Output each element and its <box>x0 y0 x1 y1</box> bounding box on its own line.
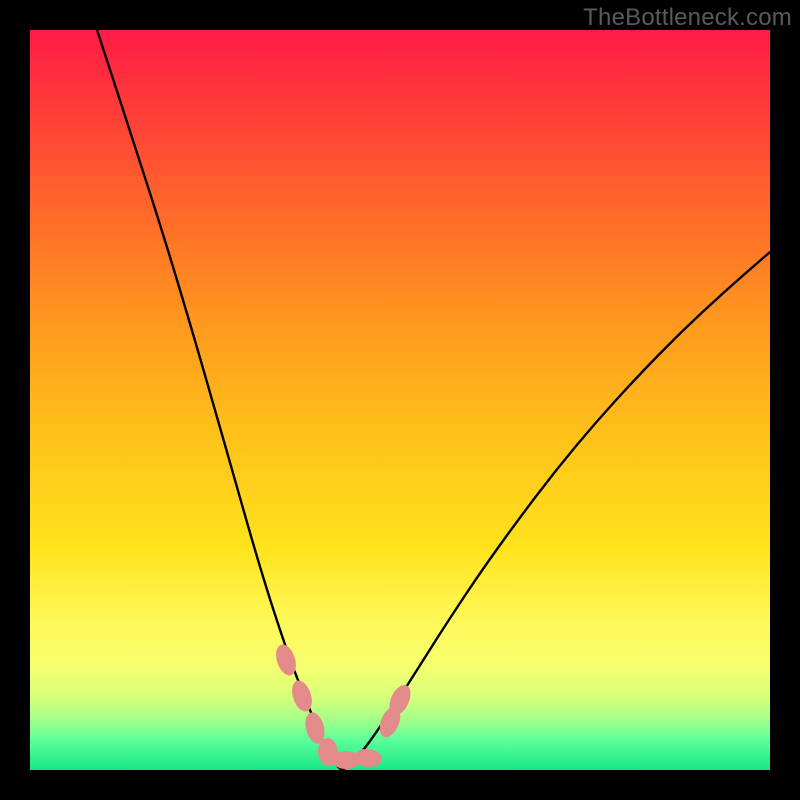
watermark-text: TheBottleneck.com <box>583 4 792 32</box>
marker-point <box>288 678 315 714</box>
marker-point <box>272 642 299 678</box>
marker-point <box>353 748 383 769</box>
markers-layer <box>30 30 770 770</box>
plot-area <box>30 30 770 770</box>
chart-container: TheBottleneck.com <box>0 0 800 800</box>
